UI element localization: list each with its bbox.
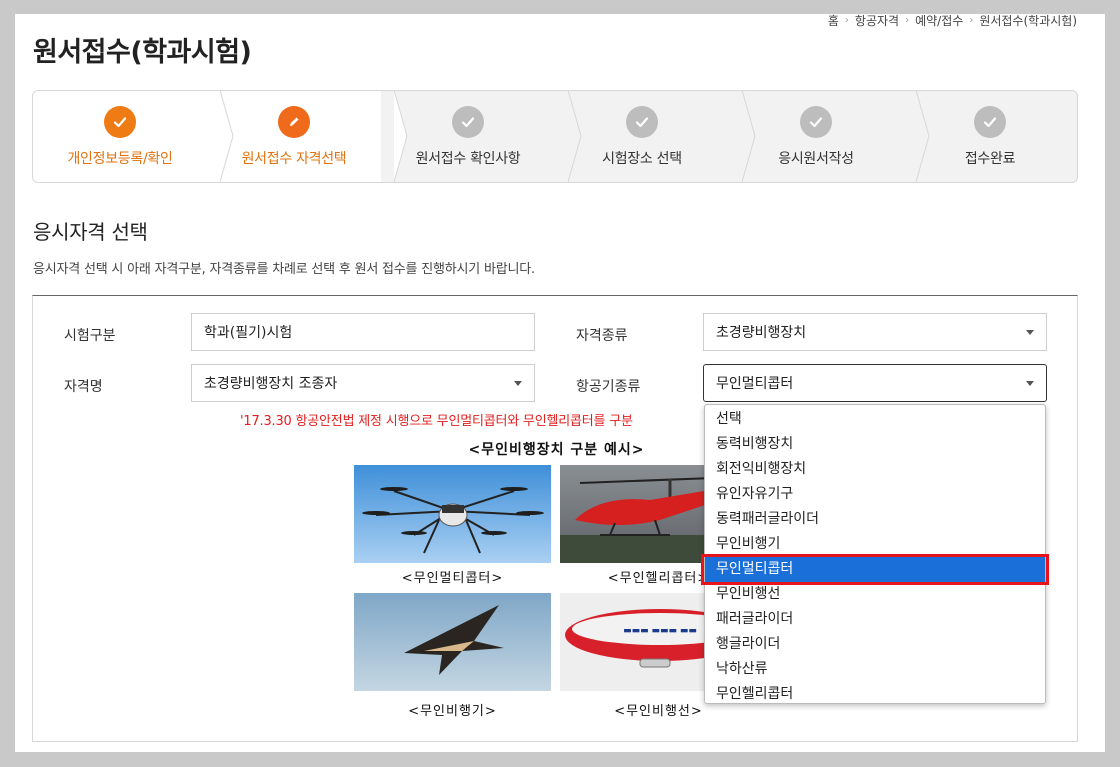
check-icon: [800, 106, 832, 138]
breadcrumb-reservation[interactable]: 예약/접수: [915, 14, 963, 29]
aircraft-type-label: 항공기종류: [576, 379, 641, 395]
dropdown-option[interactable]: 선택: [705, 407, 1045, 432]
dropdown-option[interactable]: 행글라이더: [705, 632, 1045, 657]
dropdown-option-selected[interactable]: 무인멀티콥터: [701, 554, 1049, 585]
dropdown-option[interactable]: 유인자유기구: [705, 482, 1045, 507]
step-label: 원서접수 자격선택: [241, 151, 347, 167]
dropdown-option[interactable]: 무인비행선: [705, 582, 1045, 607]
caption-multicopter: <무인멀티콥터>: [401, 571, 504, 586]
check-icon: [626, 106, 658, 138]
chevron-right-icon: ›: [969, 15, 974, 26]
aircraft-type-dropdown[interactable]: 선택 동력비행장치 회전익비행장치 유인자유기구 동력패러글라이더 무인비행기 …: [701, 404, 1049, 707]
qual-name-label: 자격명: [64, 379, 103, 395]
breadcrumb-current: 원서접수(학과시험): [979, 14, 1077, 28]
page: 홈 › 항공자격 › 예약/접수 › 원서접수(학과시험) 원서접수(학과시험)…: [15, 14, 1105, 752]
qual-kind-label: 자격종류: [576, 328, 628, 344]
breadcrumb-qualification[interactable]: 항공자격: [855, 14, 899, 29]
step-label: 시험장소 선택: [602, 151, 682, 167]
exam-type-field[interactable]: 학과(필기)시험: [191, 313, 535, 351]
notice-text: '17.3.30 항공안전법 제정 시행으로 무인멀티콥터와 무인헬리콥터를 구…: [240, 414, 633, 429]
qual-name-select[interactable]: 초경량비행장치 조종자: [191, 364, 535, 402]
chevron-right-icon: ›: [905, 15, 910, 26]
multicopter-image: [354, 465, 551, 563]
page-title: 원서접수(학과시험): [33, 37, 252, 68]
step-personal-info: 개인정보등록/확인: [33, 91, 234, 182]
dropdown-option[interactable]: 동력패러글라이더: [705, 507, 1045, 532]
dropdown-option[interactable]: 무인비행기: [705, 532, 1045, 557]
dropdown-option[interactable]: 패러글라이더: [705, 607, 1045, 632]
dropdown-option[interactable]: 회전익비행장치: [705, 457, 1045, 482]
pencil-icon: [278, 106, 310, 138]
fixed-wing-image: [354, 593, 551, 691]
qual-kind-select[interactable]: 초경량비행장치: [703, 313, 1047, 351]
check-icon: [452, 106, 484, 138]
svg-text:▬▬▬ ▬▬▬ ▬▬: ▬▬▬ ▬▬▬ ▬▬: [623, 626, 697, 636]
dropdown-option-label: 무인멀티콥터: [716, 561, 794, 577]
step-label: 원서접수 확인사항: [415, 151, 521, 167]
examples-title: <무인비행장치 구분 예시>: [468, 442, 645, 458]
step-label: 개인정보등록/확인: [67, 151, 173, 167]
chevron-right-icon: ›: [844, 15, 849, 26]
exam-type-label: 시험구분: [64, 328, 116, 344]
dropdown-option[interactable]: 동력비행장치: [705, 432, 1045, 457]
step-progress: 개인정보등록/확인 원서접수 자격선택 원서접수 확인사항 시험장소 선택 응시…: [32, 90, 1078, 183]
breadcrumb-home[interactable]: 홈: [828, 14, 839, 29]
qualification-form: 시험구분 학과(필기)시험 자격종류 초경량비행장치 자격명 초경량비행장치 조…: [32, 295, 1078, 742]
check-icon: [104, 106, 136, 138]
step-label: 응시원서작성: [778, 151, 854, 167]
dropdown-option[interactable]: 낙하산류: [705, 657, 1045, 682]
check-icon: [974, 106, 1006, 138]
section-description: 응시자격 선택 시 아래 자격구분, 자격종류를 차례로 선택 후 원서 접수를…: [33, 262, 535, 277]
uav-examples: <무인비행장치 구분 예시> <무인멀티콥터> <무인헬리콥터> <무인비행기>…: [354, 431, 759, 728]
section-title: 응시자격 선택: [33, 220, 148, 244]
breadcrumb: 홈 › 항공자격 › 예약/접수 › 원서접수(학과시험): [828, 14, 1077, 29]
aircraft-type-select[interactable]: 무인멀티콥터: [703, 364, 1047, 402]
dropdown-option[interactable]: 무인헬리콥터: [705, 682, 1045, 707]
step-label: 접수완료: [964, 151, 1016, 167]
caption-fixed-wing: <무인비행기>: [408, 704, 497, 719]
